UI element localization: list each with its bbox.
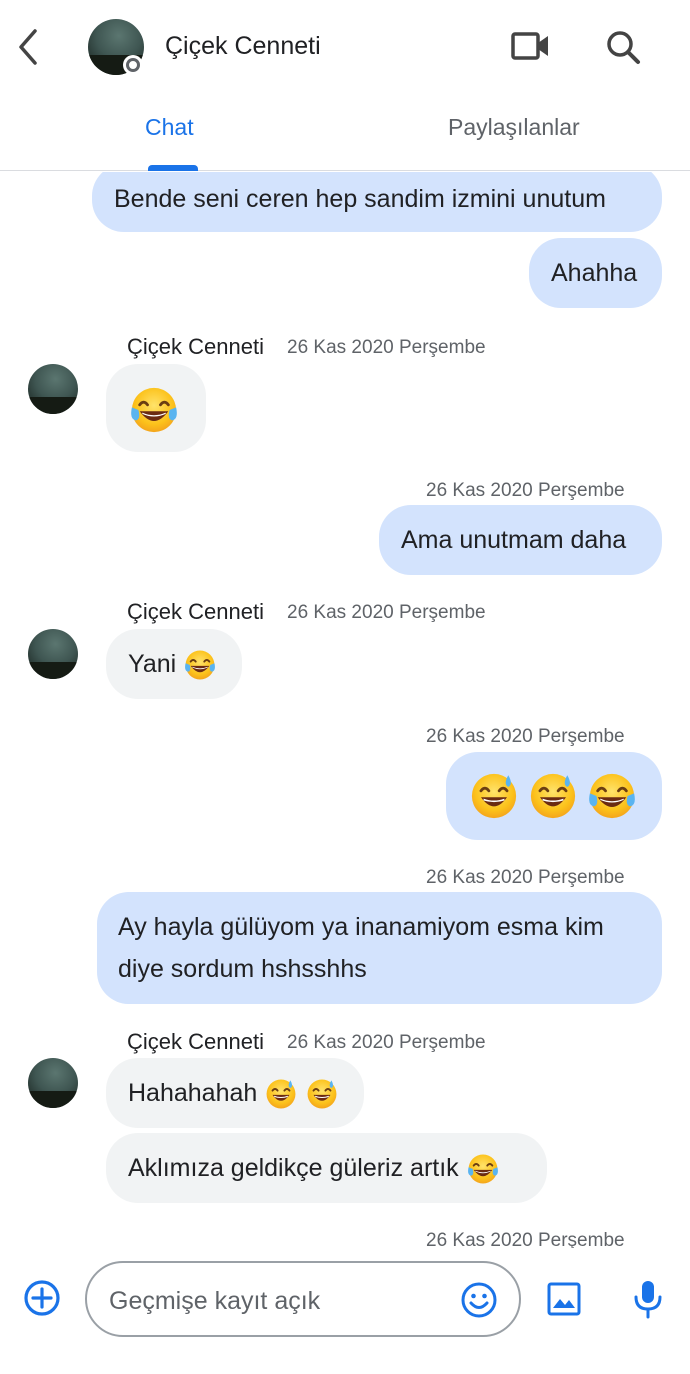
message-text: Bende seni ceren hep sandim izmini unutu…	[114, 185, 606, 213]
message-text-line: Ay hayla gülüyom ya inanamiyom esma kim	[118, 913, 604, 941]
tab-bar: Chat Paylaşılanlar	[0, 96, 690, 171]
message-timestamp: 26 Kas 2020 Perşembe	[426, 1230, 625, 1248]
search-button[interactable]	[602, 26, 646, 70]
presence-status-icon	[123, 55, 143, 75]
message-bubble-outgoing[interactable]: Ay hayla gülüyom ya inanamiyom esma kim …	[97, 892, 662, 1004]
message-bubble-incoming[interactable]	[106, 364, 206, 452]
joy-emoji-icon	[466, 1152, 500, 1186]
image-icon	[547, 1282, 581, 1316]
message-timestamp: 26 Kas 2020 Perşembe	[287, 1032, 486, 1053]
message-bubble-outgoing[interactable]	[446, 752, 662, 840]
sender-name: Çiçek Cenneti	[127, 1029, 264, 1054]
tab-chat[interactable]: Chat	[145, 114, 194, 141]
message-text: Yani	[128, 650, 177, 678]
sweat-smile-emoji-icon	[527, 770, 579, 822]
video-camera-icon	[511, 32, 548, 60]
search-icon	[607, 31, 640, 64]
message-text: Hahahahah	[128, 1079, 258, 1107]
emoji-smiley-icon	[461, 1282, 497, 1318]
add-circle-icon	[24, 1280, 60, 1316]
joy-emoji-icon	[586, 770, 638, 822]
chevron-left-icon	[19, 29, 37, 65]
message-input[interactable]	[109, 1283, 449, 1319]
voice-message-button[interactable]	[632, 1278, 664, 1320]
microphone-icon	[634, 1281, 662, 1319]
contact-name[interactable]: Çiçek Cenneti	[165, 32, 321, 61]
message-timestamp: 26 Kas 2020 Perşembe	[426, 480, 625, 501]
message-composer	[0, 1248, 690, 1374]
video-call-button[interactable]	[508, 26, 552, 66]
message-bubble-incoming[interactable]: Aklımıza geldikçe güleriz artık	[106, 1133, 547, 1203]
back-button[interactable]	[8, 24, 48, 70]
sender-name: Çiçek Cenneti	[127, 599, 264, 624]
message-text: Ama unutmam daha	[401, 526, 627, 554]
message-timestamp: 26 Kas 2020 Perşembe	[287, 337, 486, 358]
add-attachment-button[interactable]	[22, 1278, 62, 1318]
app-header: Çiçek Cenneti	[0, 0, 690, 95]
message-bubble-incoming[interactable]: Yani	[106, 629, 242, 699]
sweat-smile-emoji-icon	[468, 770, 520, 822]
message-timestamp: 26 Kas 2020 Perşembe	[426, 726, 625, 747]
message-timestamp: 26 Kas 2020 Perşembe	[426, 867, 625, 888]
active-tab-indicator	[148, 165, 198, 171]
message-text: Aklımıza geldikçe güleriz artık	[128, 1154, 459, 1182]
message-bubble-outgoing[interactable]: Ama unutmam daha	[379, 505, 662, 575]
send-image-button[interactable]	[546, 1281, 582, 1317]
message-bubble-outgoing[interactable]: Bende seni ceren hep sandim izmini unutu…	[92, 172, 662, 232]
sender-avatar[interactable]	[28, 1058, 78, 1108]
message-timestamp: 26 Kas 2020 Perşembe	[287, 602, 486, 623]
message-text: Ahahha	[551, 259, 638, 287]
sweat-smile-emoji-icon	[305, 1077, 339, 1111]
sender-avatar[interactable]	[28, 364, 78, 414]
sender-name: Çiçek Cenneti	[127, 334, 264, 359]
joy-emoji-icon	[183, 648, 217, 682]
joy-emoji-icon	[128, 384, 180, 436]
message-text-line: diye sordum hshsshhs	[118, 955, 367, 983]
message-bubble-outgoing[interactable]: Ahahha	[529, 238, 662, 308]
sweat-smile-emoji-icon	[264, 1077, 298, 1111]
message-bubble-incoming[interactable]: Hahahahah	[106, 1058, 364, 1128]
tab-shared[interactable]: Paylaşılanlar	[448, 114, 580, 141]
emoji-picker-button[interactable]	[460, 1281, 498, 1319]
message-input-container	[85, 1261, 521, 1337]
message-list[interactable]: Bende seni ceren hep sandim izmini unutu…	[0, 172, 690, 1248]
sender-avatar[interactable]	[28, 629, 78, 679]
